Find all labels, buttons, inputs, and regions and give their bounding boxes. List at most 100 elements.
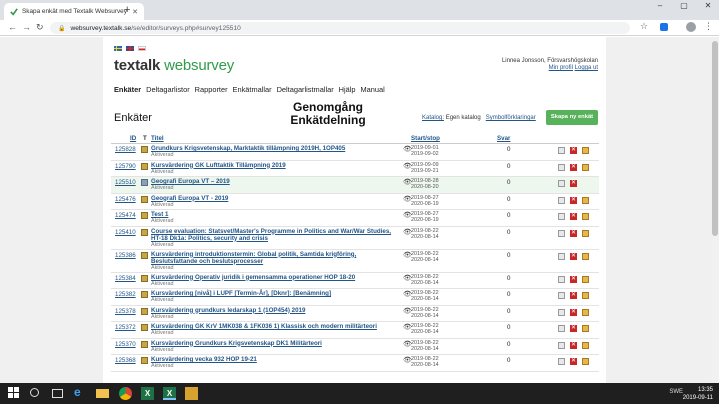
table-row[interactable]: 125368 Kursvärdering vecka 932 HOP 19-21 A… [111, 355, 599, 372]
symbol-legend-link[interactable]: Symbolförklaringar [486, 115, 536, 121]
textalk-websurvey-logo[interactable]: textalk websurvey [114, 57, 234, 74]
survey-title-link[interactable]: Kursvärdering GK KrV 1MK038 & 1FK036 1) … [151, 323, 396, 330]
chrome-icon[interactable] [119, 387, 132, 400]
archive-folder-icon[interactable] [582, 292, 589, 299]
forward-arrow-icon[interactable]: → [22, 21, 31, 33]
app-icon[interactable] [185, 387, 198, 400]
table-row[interactable]: 125382 Kursvärdering [nivå] i LUPF [Termi… [111, 289, 599, 306]
archive-folder-icon[interactable] [582, 252, 589, 260]
scroll-thumb[interactable] [712, 41, 718, 236]
task-view-icon[interactable] [52, 389, 63, 398]
archive-folder-icon[interactable] [582, 229, 589, 237]
copy-icon[interactable] [558, 325, 565, 332]
survey-id-link[interactable]: 125410 [115, 229, 136, 236]
browser-menu-icon[interactable]: ⋮ [704, 21, 713, 32]
survey-title-link[interactable]: Kursvärdering vecka 932 HOP 19-21 [151, 356, 396, 363]
survey-title-link[interactable]: Geografi Europa VT – 2019 [151, 178, 396, 185]
nav-survey-templates[interactable]: Enkätmallar [233, 85, 272, 94]
survey-title-link[interactable]: Kursvärdering grundkurs ledarskap 1 (1OP… [151, 307, 396, 314]
browser-tab[interactable]: Skapa enkät med Textalk Websurvey ✕ [4, 3, 144, 20]
nav-participant-lists[interactable]: Deltagarlistor [146, 85, 190, 94]
delete-icon[interactable]: ✕ [570, 163, 577, 171]
copy-icon[interactable] [558, 308, 565, 316]
archive-folder-icon[interactable] [582, 163, 589, 171]
minimize-icon[interactable]: – [650, 1, 670, 10]
create-survey-button[interactable]: Skapa ny enkät [546, 110, 598, 125]
delete-icon[interactable]: ✕ [570, 275, 577, 283]
copy-icon[interactable] [558, 196, 565, 204]
table-row[interactable]: 125386 Kursvärdering introduktionstermin:… [111, 250, 599, 273]
table-row[interactable]: 125474 Test 1 Aktiverad 👁 2019-08-27 2020-08-… [111, 210, 599, 227]
delete-icon[interactable]: ✕ [570, 292, 577, 299]
table-row[interactable]: 125384 Kursvärdering Operativ juridik i g… [111, 273, 599, 289]
extension-icon[interactable] [660, 23, 668, 31]
my-profile-link[interactable]: Min profil [549, 65, 573, 71]
table-row[interactable]: 125378 Kursvärdering grundkurs ledarskap … [111, 306, 599, 322]
col-id-header[interactable]: ID [130, 135, 136, 142]
delete-icon[interactable]: ✕ [570, 196, 577, 204]
excel-active-icon[interactable]: X [163, 387, 176, 400]
logout-link[interactable]: Logga ut [575, 65, 598, 71]
table-row[interactable]: 125410 Course evaluation: Statsvet/Master… [111, 227, 599, 250]
copy-icon[interactable] [558, 292, 565, 299]
table-row[interactable]: 125476 Geografi Europa VT - 2019 Aktiverad… [111, 194, 599, 210]
copy-icon[interactable] [558, 213, 565, 220]
nav-surveys[interactable]: Enkäter [114, 85, 141, 94]
delete-icon[interactable]: ✕ [570, 308, 577, 316]
maximize-icon[interactable]: ▢ [674, 1, 694, 10]
delete-icon[interactable]: ✕ [570, 341, 577, 349]
survey-id-link[interactable]: 125372 [115, 324, 136, 331]
input-language[interactable]: SWE [669, 389, 683, 395]
delete-icon[interactable]: ✕ [570, 180, 577, 187]
col-answers-header[interactable]: Svar [497, 135, 510, 142]
copy-icon[interactable] [558, 147, 565, 154]
col-startstop-header[interactable]: Start/stop [411, 135, 440, 142]
survey-title-link[interactable]: Kursvärdering GK Lufttaktik Tillämpning … [151, 162, 396, 169]
copy-icon[interactable] [558, 252, 565, 260]
delete-icon[interactable]: ✕ [570, 147, 577, 154]
survey-id-link[interactable]: 125368 [115, 357, 136, 364]
nav-help[interactable]: Hjälp [339, 85, 356, 94]
survey-id-link[interactable]: 125510 [115, 179, 136, 186]
window-close-icon[interactable]: ✕ [698, 1, 718, 10]
file-explorer-icon[interactable] [96, 389, 109, 398]
survey-title-link[interactable]: Kursvärdering Operativ juridik i gemensa… [151, 274, 396, 281]
english-flag-icon[interactable] [126, 46, 134, 51]
reload-icon[interactable]: ↻ [36, 21, 44, 33]
archive-folder-icon[interactable] [582, 196, 589, 204]
survey-title-link[interactable]: Course evaluation: Statsvet/Master's Pro… [151, 228, 396, 242]
copy-icon[interactable] [558, 341, 565, 349]
archive-folder-icon[interactable] [582, 358, 589, 365]
table-row[interactable]: 125370 Kursvärdering Grundkurs Krigsveten… [111, 339, 599, 355]
delete-icon[interactable]: ✕ [570, 325, 577, 332]
nav-manual[interactable]: Manual [361, 85, 385, 94]
survey-title-link[interactable]: Geografi Europa VT - 2019 [151, 195, 396, 202]
catalog-link[interactable]: Katalog: [422, 115, 444, 121]
search-icon[interactable] [30, 388, 39, 397]
copy-icon[interactable] [558, 180, 565, 187]
copy-icon[interactable] [558, 229, 565, 237]
table-row[interactable]: 125828 Grundkurs Krigsvetenskap, Marktakt… [111, 144, 599, 161]
survey-title-link[interactable]: Kursvärdering Grundkurs Krigsvetenskap D… [151, 340, 396, 347]
survey-id-link[interactable]: 125828 [115, 146, 136, 153]
survey-id-link[interactable]: 125370 [115, 341, 136, 348]
nav-reports[interactable]: Rapporter [195, 85, 228, 94]
survey-id-link[interactable]: 125386 [115, 252, 136, 259]
delete-icon[interactable]: ✕ [570, 252, 577, 260]
survey-id-link[interactable]: 125382 [115, 291, 136, 298]
delete-icon[interactable]: ✕ [570, 213, 577, 220]
table-row[interactable]: 125372 Kursvärdering GK KrV 1MK038 & 1FK0… [111, 322, 599, 339]
table-row[interactable]: 125510 Geografi Europa VT – 2019 Aktiverad… [111, 177, 599, 194]
survey-title-link[interactable]: Grundkurs Krigsvetenskap, Marktaktik til… [151, 145, 396, 152]
copy-icon[interactable] [558, 358, 565, 365]
delete-icon[interactable]: ✕ [570, 229, 577, 237]
bookmark-star-icon[interactable]: ☆ [640, 21, 648, 32]
swedish-flag-icon[interactable] [114, 46, 122, 51]
archive-folder-icon[interactable] [582, 308, 589, 316]
survey-title-link[interactable]: Test 1 [151, 211, 396, 218]
page-scrollbar[interactable] [711, 37, 719, 383]
survey-id-link[interactable]: 125476 [115, 196, 136, 203]
table-row[interactable]: 125790 Kursvärdering GK Lufttaktik Tilläm… [111, 161, 599, 177]
survey-id-link[interactable]: 125378 [115, 308, 136, 315]
delete-icon[interactable]: ✕ [570, 358, 577, 365]
